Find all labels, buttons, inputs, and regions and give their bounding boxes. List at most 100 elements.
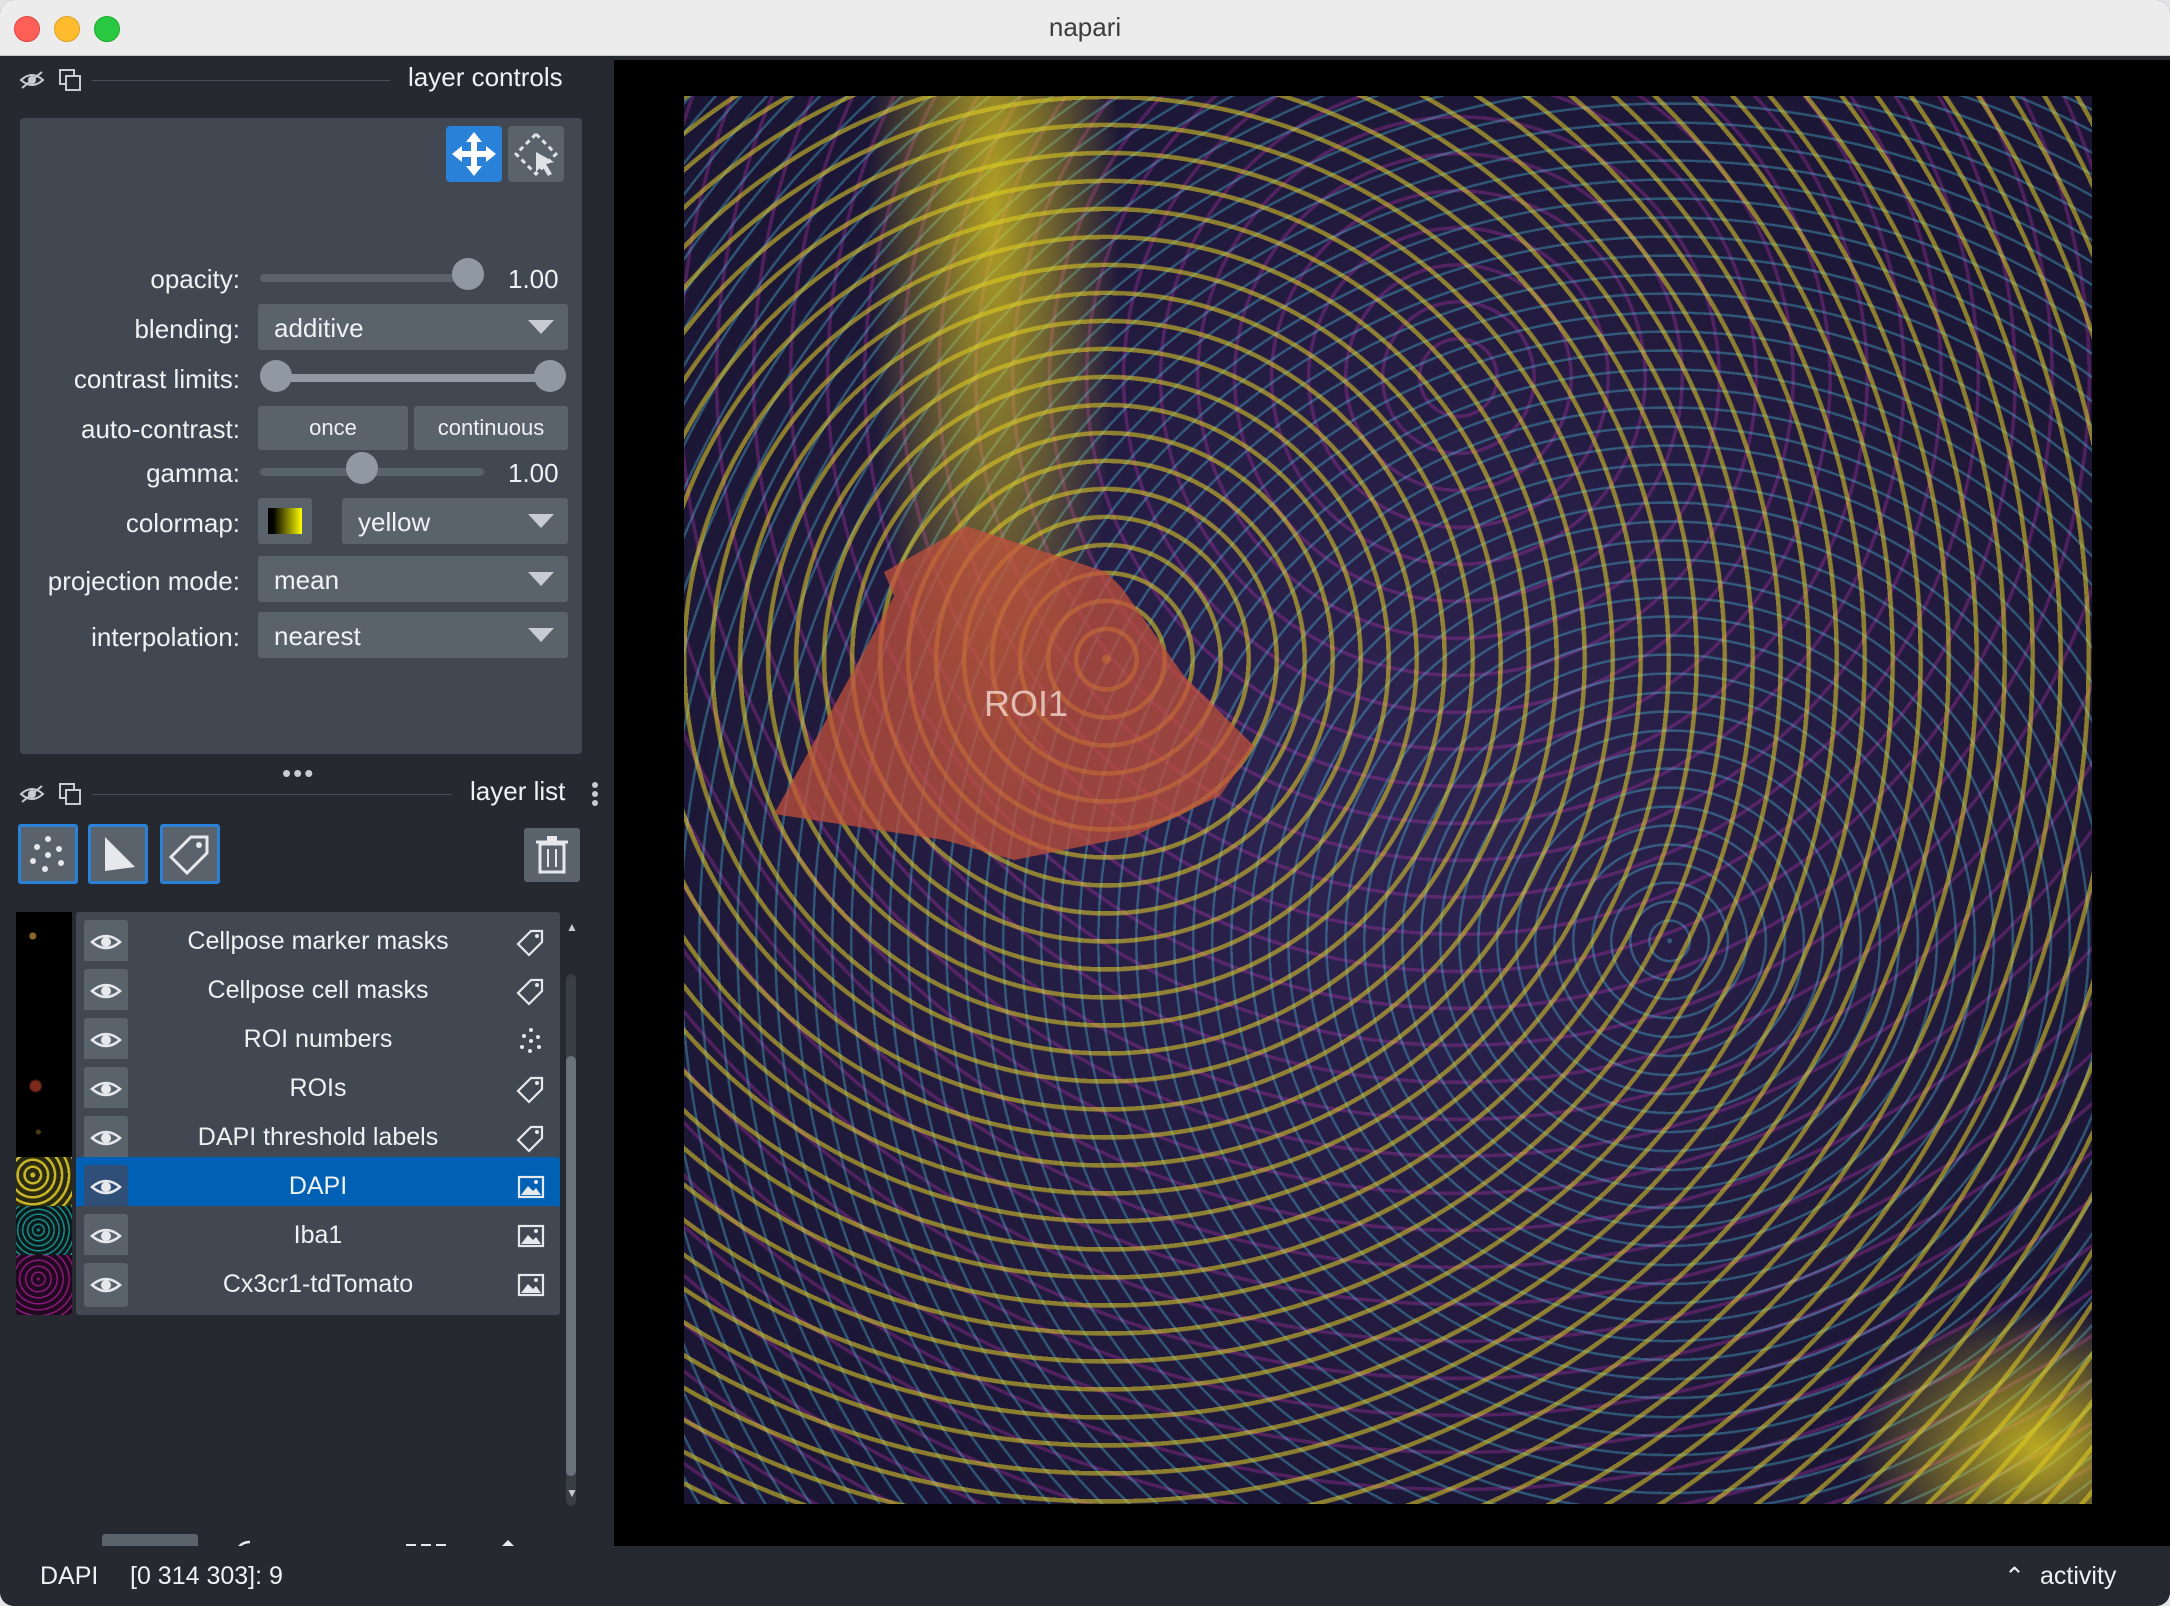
contrast-limit-high-handle[interactable] [534,360,566,392]
colormap-dropdown[interactable]: yellow [342,498,568,544]
window-title: napari [1048,12,1122,42]
eye-icon [90,934,122,950]
dock-header-line [92,794,452,795]
auto-contrast-continuous-button[interactable]: continuous [414,406,568,450]
layer-list-scroll-thumb[interactable] [566,1056,576,1476]
labels-icon [516,978,544,1006]
image-icon [517,1224,545,1248]
microscopy-image[interactable]: ROI1 [684,96,2092,1504]
layer-thumbnail [16,1255,72,1315]
eye-icon [90,1130,122,1146]
contrast-limit-low-handle[interactable] [260,360,292,392]
delete-layer-button[interactable] [524,828,580,882]
layer-list-dock-header: layer list [0,770,610,818]
layer-controls-dock-header: layer controls [0,56,610,104]
gamma-slider-handle[interactable] [346,452,379,484]
layer-controls-panel: opacity: 1.00 blending: additive contras… [20,118,582,754]
colormap-label: colormap: [125,508,240,538]
status-coordinates: [0 314 303]: 9 [130,1562,283,1590]
hide-eye-icon[interactable] [18,780,46,808]
layer-name: Cx3cr1-tdTomato [222,1270,414,1298]
activity-button[interactable]: activity [2040,1562,2116,1591]
float-dock-icon[interactable] [56,780,84,808]
new-labels-layer-button[interactable] [160,824,220,884]
layer-name: Cellpose cell masks [207,976,429,1004]
layer-name: DAPI threshold labels [197,1123,439,1151]
pan-zoom-mode-button[interactable] [446,126,502,182]
viewer-canvas[interactable]: ROI1 [614,60,2170,1546]
layer-list: Cellpose marker masks Cellpose cell mask… [16,912,560,1506]
layer-list-title: layer list [470,776,566,806]
chevron-down-icon [528,572,554,586]
eye-icon [90,1228,122,1244]
eye-icon [90,1179,122,1195]
auto-contrast-label: auto-contrast: [81,414,240,444]
image-icon [517,1175,545,1199]
opacity-slider[interactable] [260,274,484,282]
visibility-toggle[interactable] [84,1214,128,1258]
transform-mode-button[interactable] [508,126,564,182]
float-dock-icon[interactable] [56,66,84,94]
blending-label: blending: [134,314,240,344]
blending-dropdown[interactable]: additive [258,304,568,350]
scroll-down-arrow-icon[interactable]: ▼ [566,1486,578,1500]
napari-window: napari layer controls opacity: 1.00 blen… [0,0,2170,1606]
status-layer-name: DAPI [40,1562,99,1590]
new-shapes-layer-button[interactable] [88,824,148,884]
chevron-down-icon [528,320,554,334]
opacity-slider-handle[interactable] [452,258,484,290]
gamma-label: gamma: [146,458,240,488]
eye-icon [90,1277,122,1293]
points-icon [520,1028,541,1053]
interpolation-value: nearest [274,621,361,651]
move-arrows-icon [452,132,496,176]
colormap-value: yellow [358,507,431,537]
interpolation-label: interpolation: [91,622,240,652]
colormap-swatch[interactable] [258,498,312,544]
eye-icon [90,983,122,999]
projection-mode-dropdown[interactable]: mean [258,556,568,602]
visibility-toggle[interactable] [84,1165,128,1209]
layer-name: Cellpose marker masks [187,927,449,955]
visibility-toggle[interactable] [84,1263,128,1307]
transform-select-icon [513,131,559,177]
projection-mode-label: projection mode: [47,566,240,596]
left-dock: layer controls opacity: 1.00 blending: a… [0,56,610,1594]
chevron-down-icon [528,514,554,528]
new-points-layer-button[interactable] [18,824,78,884]
visibility-toggle[interactable] [84,1018,128,1062]
contrast-limits-label: contrast limits: [73,364,240,394]
opacity-label: opacity: [150,264,240,294]
scroll-up-arrow-icon[interactable]: ▲ [566,920,578,934]
labels-icon [516,1125,544,1153]
visibility-toggle[interactable] [84,920,128,964]
interpolation-dropdown[interactable]: nearest [258,612,568,658]
labels-icon [516,929,544,957]
layer-name: Iba1 [293,1221,343,1249]
visibility-toggle[interactable] [84,1067,128,1111]
dock-header-line [92,80,390,81]
blending-value: additive [274,313,364,343]
roi-label: ROI1 [984,683,1068,724]
visibility-toggle[interactable] [84,969,128,1013]
points-icon [30,836,64,872]
layer-name: ROIs [289,1074,347,1102]
trash-icon [536,836,568,874]
image-icon [517,1273,545,1297]
more-options-icon[interactable] [588,780,602,808]
labels-tag-icon [168,835,209,876]
layer-controls-title: layer controls [408,62,563,92]
layer-row[interactable]: Cx3cr1-tdTomato [16,1255,560,1315]
visibility-toggle[interactable] [84,1116,128,1160]
projection-mode-value: mean [274,565,340,595]
auto-contrast-once-button[interactable]: once [258,406,408,450]
chevron-up-icon[interactable]: ⌃ [2004,1562,2025,1592]
shapes-icon [105,837,135,871]
eye-icon [90,1081,122,1097]
eye-icon [90,1032,122,1048]
roi-shape-overlay[interactable]: ROI1 [684,96,2092,1504]
layer-body[interactable]: Cx3cr1-tdTomato [76,1255,560,1315]
hide-eye-icon[interactable] [18,66,46,94]
gamma-value: 1.00 [508,458,559,488]
contrast-limits-range-slider[interactable] [276,374,554,382]
